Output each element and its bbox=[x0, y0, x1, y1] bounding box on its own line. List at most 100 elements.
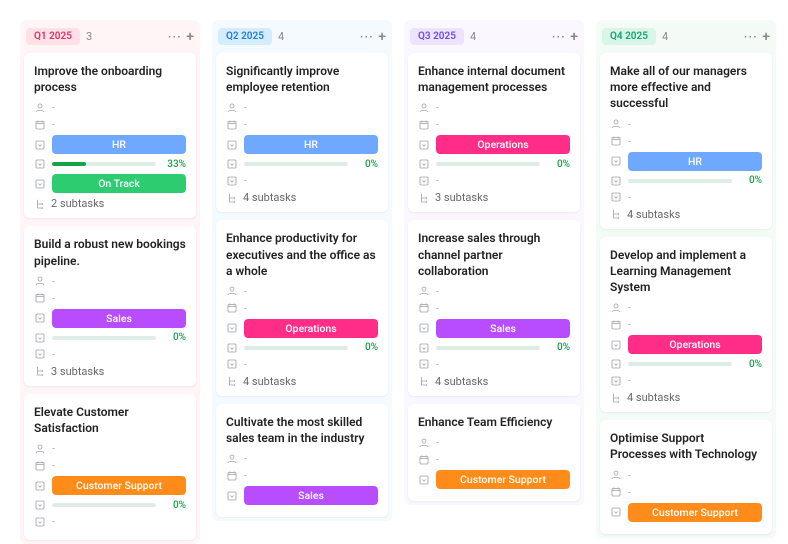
column-label[interactable]: Q2 2025 bbox=[218, 28, 272, 45]
column-q1: Q1 2025 3 ⋯ + Improve the onboarding pro… bbox=[20, 20, 200, 544]
empty-value: - bbox=[244, 452, 247, 465]
add-card-icon[interactable]: + bbox=[570, 30, 578, 44]
empty-value: - bbox=[436, 436, 439, 449]
meta-row: - bbox=[34, 118, 186, 131]
column-menu-icon[interactable]: ⋯ bbox=[167, 30, 182, 44]
status-row: On Track bbox=[34, 174, 186, 193]
task-card[interactable]: Significantly improve employee retention… bbox=[216, 53, 388, 212]
meta-row: - bbox=[418, 436, 570, 449]
add-card-icon[interactable]: + bbox=[762, 30, 770, 44]
tag-row: HR bbox=[34, 135, 186, 154]
calendar-icon bbox=[226, 470, 238, 482]
column-menu-icon[interactable]: ⋯ bbox=[359, 30, 374, 44]
progress-bar: 0% bbox=[436, 342, 570, 353]
empty-value: - bbox=[436, 174, 439, 187]
category-tag[interactable]: HR bbox=[628, 152, 762, 171]
person-icon bbox=[226, 453, 238, 465]
progress-row: 0% bbox=[610, 358, 762, 370]
dropdown-icon bbox=[418, 139, 430, 151]
task-card[interactable]: Cultivate the most skilled sales team in… bbox=[216, 404, 388, 517]
person-icon bbox=[418, 437, 430, 449]
subtasks-row[interactable]: 3 subtasks bbox=[418, 191, 570, 204]
subtask-icon bbox=[418, 375, 430, 387]
column-menu-icon[interactable]: ⋯ bbox=[551, 30, 566, 44]
dropdown-icon bbox=[610, 375, 622, 387]
calendar-icon bbox=[610, 319, 622, 331]
column-label[interactable]: Q3 2025 bbox=[410, 28, 464, 45]
task-card[interactable]: Improve the onboarding process--HR33%On … bbox=[24, 53, 196, 218]
subtask-icon bbox=[34, 365, 46, 377]
task-card[interactable]: Increase sales through channel partner c… bbox=[408, 220, 580, 396]
empty-value: - bbox=[52, 275, 55, 288]
person-icon bbox=[226, 285, 238, 297]
progress-bar: 33% bbox=[52, 159, 186, 170]
category-tag[interactable]: HR bbox=[52, 135, 186, 154]
task-card[interactable]: Enhance internal document management pro… bbox=[408, 53, 580, 212]
subtasks-row[interactable]: 4 subtasks bbox=[418, 375, 570, 388]
calendar-icon bbox=[610, 135, 622, 147]
subtasks-row[interactable]: 4 subtasks bbox=[610, 391, 762, 404]
meta-row: - bbox=[226, 101, 378, 114]
progress-row: 0% bbox=[418, 342, 570, 354]
subtasks-row[interactable]: 4 subtasks bbox=[610, 208, 762, 221]
progress-bar: 0% bbox=[628, 359, 762, 370]
task-card[interactable]: Enhance Team Efficiency--Customer Suppor… bbox=[408, 404, 580, 501]
category-tag[interactable]: Sales bbox=[244, 486, 378, 505]
subtasks-row[interactable]: 4 subtasks bbox=[226, 375, 378, 388]
meta-row: - bbox=[610, 318, 762, 331]
progress-row: 0% bbox=[34, 332, 186, 344]
dropdown-icon bbox=[418, 158, 430, 170]
add-card-icon[interactable]: + bbox=[378, 30, 386, 44]
subtask-icon bbox=[226, 375, 238, 387]
meta-row: - bbox=[34, 292, 186, 305]
empty-value: - bbox=[52, 118, 55, 131]
status-pill[interactable]: On Track bbox=[52, 174, 186, 193]
progress-row: 33% bbox=[34, 158, 186, 170]
subtasks-row[interactable]: 3 subtasks bbox=[34, 365, 186, 378]
dropdown-icon bbox=[226, 342, 238, 354]
category-tag[interactable]: Sales bbox=[436, 319, 570, 338]
subtasks-count: 3 subtasks bbox=[435, 191, 488, 204]
subtask-icon bbox=[610, 208, 622, 220]
progress-row: 0% bbox=[610, 175, 762, 187]
task-card[interactable]: Make all of our managers more effective … bbox=[600, 53, 772, 229]
category-tag[interactable]: Customer Support bbox=[628, 503, 762, 522]
subtasks-row[interactable]: 4 subtasks bbox=[226, 191, 378, 204]
task-card[interactable]: Build a robust new bookings pipeline.--S… bbox=[24, 226, 196, 385]
dropdown-icon bbox=[34, 139, 46, 151]
meta-row: - bbox=[34, 101, 186, 114]
progress-bar: 0% bbox=[244, 159, 378, 170]
category-tag[interactable]: Customer Support bbox=[436, 470, 570, 489]
empty-value: - bbox=[244, 101, 247, 114]
dropdown-icon bbox=[418, 322, 430, 334]
category-tag[interactable]: HR bbox=[244, 135, 378, 154]
tag-row: Customer Support bbox=[418, 470, 570, 489]
task-card[interactable]: Elevate Customer Satisfaction--Customer … bbox=[24, 394, 196, 540]
task-card[interactable]: Enhance productivity for executives and … bbox=[216, 220, 388, 396]
category-tag[interactable]: Customer Support bbox=[52, 476, 186, 495]
category-tag[interactable]: Operations bbox=[436, 135, 570, 154]
empty-value: - bbox=[628, 486, 631, 499]
category-tag[interactable]: Operations bbox=[628, 335, 762, 354]
empty-value: - bbox=[244, 358, 247, 371]
empty-value: - bbox=[436, 118, 439, 131]
dropdown-icon bbox=[34, 312, 46, 324]
card-title: Develop and implement a Learning Managem… bbox=[610, 247, 762, 296]
dropdown-icon bbox=[610, 339, 622, 351]
card-title: Significantly improve employee retention bbox=[226, 63, 378, 95]
column-q2: Q2 2025 4 ⋯ + Significantly improve empl… bbox=[212, 20, 392, 544]
person-icon bbox=[226, 102, 238, 114]
column-label[interactable]: Q1 2025 bbox=[26, 28, 80, 45]
column-menu-icon[interactable]: ⋯ bbox=[743, 30, 758, 44]
category-tag[interactable]: Sales bbox=[52, 309, 186, 328]
column-header: Q4 2025 4 ⋯ + bbox=[600, 24, 772, 53]
category-tag[interactable]: Operations bbox=[244, 319, 378, 338]
subtasks-count: 4 subtasks bbox=[627, 391, 680, 404]
card-title: Enhance productivity for executives and … bbox=[226, 230, 378, 279]
task-card[interactable]: Optimise Support Processes with Technolo… bbox=[600, 420, 772, 533]
add-card-icon[interactable]: + bbox=[186, 30, 194, 44]
task-card[interactable]: Develop and implement a Learning Managem… bbox=[600, 237, 772, 413]
subtasks-row[interactable]: 2 subtasks bbox=[34, 197, 186, 210]
meta-row: - bbox=[610, 135, 762, 148]
column-label[interactable]: Q4 2025 bbox=[602, 28, 656, 45]
